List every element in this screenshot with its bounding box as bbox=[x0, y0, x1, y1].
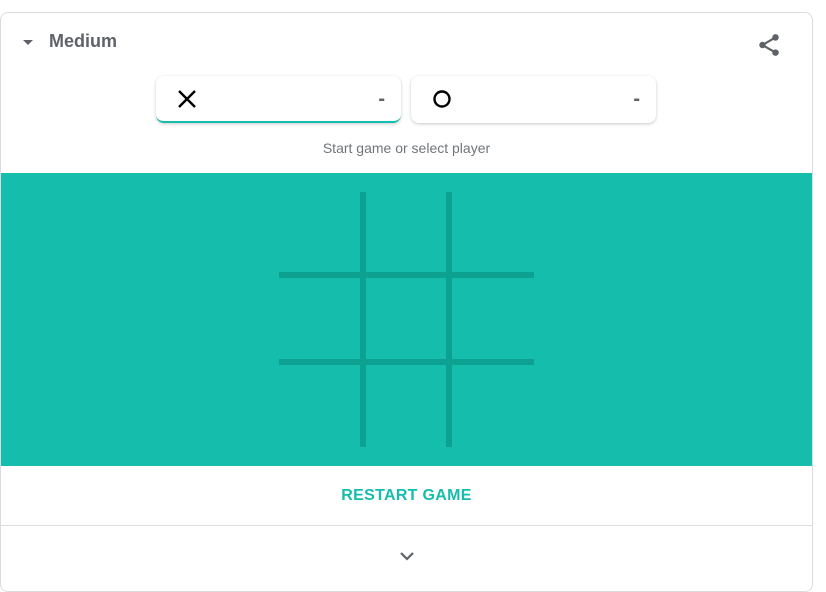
o-mark-icon bbox=[431, 88, 453, 110]
restart-game-button[interactable]: RESTART GAME bbox=[341, 487, 471, 505]
tic-tac-toe-card: Medium - - Start game or select player R… bbox=[0, 12, 813, 592]
difficulty-label: Medium bbox=[49, 31, 118, 51]
board-cell[interactable] bbox=[449, 192, 534, 277]
game-grid bbox=[279, 192, 534, 447]
board-cell[interactable] bbox=[449, 277, 534, 362]
difficulty-selector[interactable]: Medium bbox=[23, 31, 117, 52]
player-o-tab[interactable]: - bbox=[411, 76, 656, 123]
restart-row: RESTART GAME bbox=[1, 466, 812, 526]
game-board-area bbox=[1, 173, 812, 466]
card-header: Medium bbox=[1, 13, 812, 73]
caret-down-icon bbox=[23, 39, 33, 45]
board-cell[interactable] bbox=[279, 192, 364, 277]
x-mark-icon bbox=[176, 88, 198, 110]
board-cell[interactable] bbox=[364, 362, 449, 447]
board-cell[interactable] bbox=[364, 192, 449, 277]
game-status-text: Start game or select player bbox=[322, 140, 491, 156]
board-cell[interactable] bbox=[279, 277, 364, 362]
board-cell[interactable] bbox=[279, 362, 364, 447]
player-selector: - - bbox=[156, 76, 656, 123]
share-icon[interactable] bbox=[756, 32, 782, 58]
player-x-score: - bbox=[378, 88, 385, 110]
player-x-tab[interactable]: - bbox=[156, 76, 401, 123]
board-cell[interactable] bbox=[364, 277, 449, 362]
chevron-down-icon[interactable] bbox=[397, 546, 417, 566]
player-o-score: - bbox=[633, 88, 640, 110]
board-cell[interactable] bbox=[449, 362, 534, 447]
